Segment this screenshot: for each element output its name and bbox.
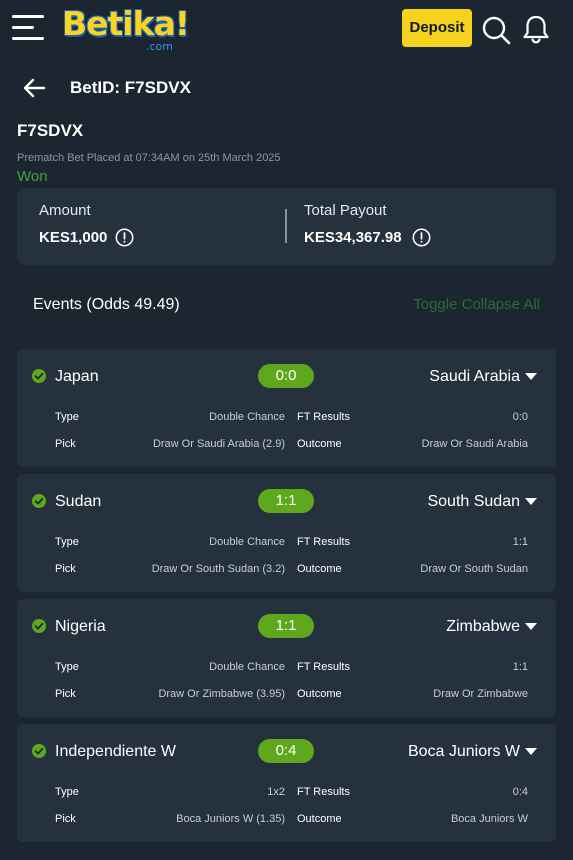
toggle-collapse-all-button[interactable]: Toggle Collapse All [413,296,540,313]
outcome-value: Draw Or South Sudan [420,563,528,575]
bell-icon[interactable] [522,14,550,44]
ft-results-value: 0:0 [512,411,528,423]
score-badge: 0:4 [258,739,314,763]
outcome-value: Draw Or Saudi Arabia [421,438,528,450]
type-label: Type [55,661,79,673]
total-payout-label: Total Payout [304,202,387,219]
type-value: 1x2 [267,786,285,798]
home-team: Sudan [55,493,102,510]
outcome-value: Boca Juniors W [450,813,528,825]
type-label: Type [55,786,79,798]
score-badge: 1:1 [258,489,314,513]
away-team: Saudi Arabia [429,368,520,385]
deposit-button[interactable]: Deposit [402,9,472,47]
event-card[interactable]: Japan 0:0 Saudi Arabia Type Double Chanc… [17,349,556,467]
event-card[interactable]: Sudan 1:1 South Sudan Type Double Chance… [17,474,556,592]
ft-results-value: 1:1 [512,536,528,548]
home-team: Independiente W [55,743,176,760]
pick-value: Draw Or Zimbabwe (3.95) [158,688,285,700]
score-badge: 0:0 [258,364,314,388]
page-title: BetID: F7SDVX [70,78,191,97]
pick-label: Pick [55,688,76,700]
ft-results-label: FT Results [297,661,350,673]
outcome-label: Outcome [297,438,342,450]
outcome-label: Outcome [297,813,342,825]
pick-value: Draw Or Saudi Arabia (2.9) [152,438,285,450]
check-circle-icon [32,744,46,758]
check-circle-icon [32,619,46,633]
total-payout-value: KES34,367.98 [304,229,402,246]
type-value: Double Chance [209,536,285,548]
pick-value: Boca Juniors W (1.35) [176,813,285,825]
menu-icon[interactable] [10,13,46,43]
caret-down-icon[interactable] [525,498,537,506]
logo-text: Betika! [62,4,190,43]
check-circle-icon [32,369,46,383]
away-team: Boca Juniors W [407,743,520,760]
bet-code: F7SDVX [17,121,84,140]
pick-label: Pick [55,813,76,825]
amount-value: KES1,000 [39,229,108,246]
events-odds-label: Events (Odds 49.49) [33,296,180,313]
away-team: Zimbabwe [446,618,520,635]
event-card[interactable]: Independiente W 0:4 Boca Juniors W Type … [17,724,556,842]
bet-status: Won [17,168,48,185]
ft-results-label: FT Results [297,536,350,548]
caret-down-icon[interactable] [525,373,537,381]
pick-label: Pick [55,563,76,575]
top-bar: Betika! .com Deposit [0,0,573,58]
pick-label: Pick [55,438,76,450]
bet-placed-text: Prematch Bet Placed at 07:34AM on 25th M… [17,152,281,164]
type-value: Double Chance [209,411,285,423]
caret-down-icon[interactable] [525,748,537,756]
ft-results-value: 0:4 [512,786,528,798]
search-icon[interactable] [481,15,511,45]
back-arrow-icon[interactable] [22,77,46,99]
type-value: Double Chance [209,661,285,673]
bet-summary-card: Amount KES1,000 Total Payout KES34,367.9… [17,188,556,265]
outcome-value: Draw Or Zimbabwe [433,688,528,700]
home-team: Nigeria [55,618,106,635]
caret-down-icon[interactable] [525,623,537,631]
amount-info-icon[interactable] [115,228,134,247]
ft-results-label: FT Results [297,411,350,423]
payout-info-icon[interactable] [412,228,431,247]
pick-value: Draw Or South Sudan (3.2) [151,563,285,575]
outcome-label: Outcome [297,688,342,700]
type-label: Type [55,411,79,423]
type-label: Type [55,536,79,548]
summary-divider [285,209,287,243]
logo-subtext: .com [146,40,173,53]
check-circle-icon [32,494,46,508]
outcome-label: Outcome [297,563,342,575]
betika-logo[interactable]: Betika! .com [62,4,190,54]
away-team: South Sudan [427,493,520,510]
score-badge: 1:1 [258,614,314,638]
ft-results-label: FT Results [297,786,350,798]
ft-results-value: 1:1 [512,661,528,673]
event-card[interactable]: Nigeria 1:1 Zimbabwe Type Double Chance … [17,599,556,717]
amount-label: Amount [39,202,91,219]
home-team: Japan [55,368,99,385]
